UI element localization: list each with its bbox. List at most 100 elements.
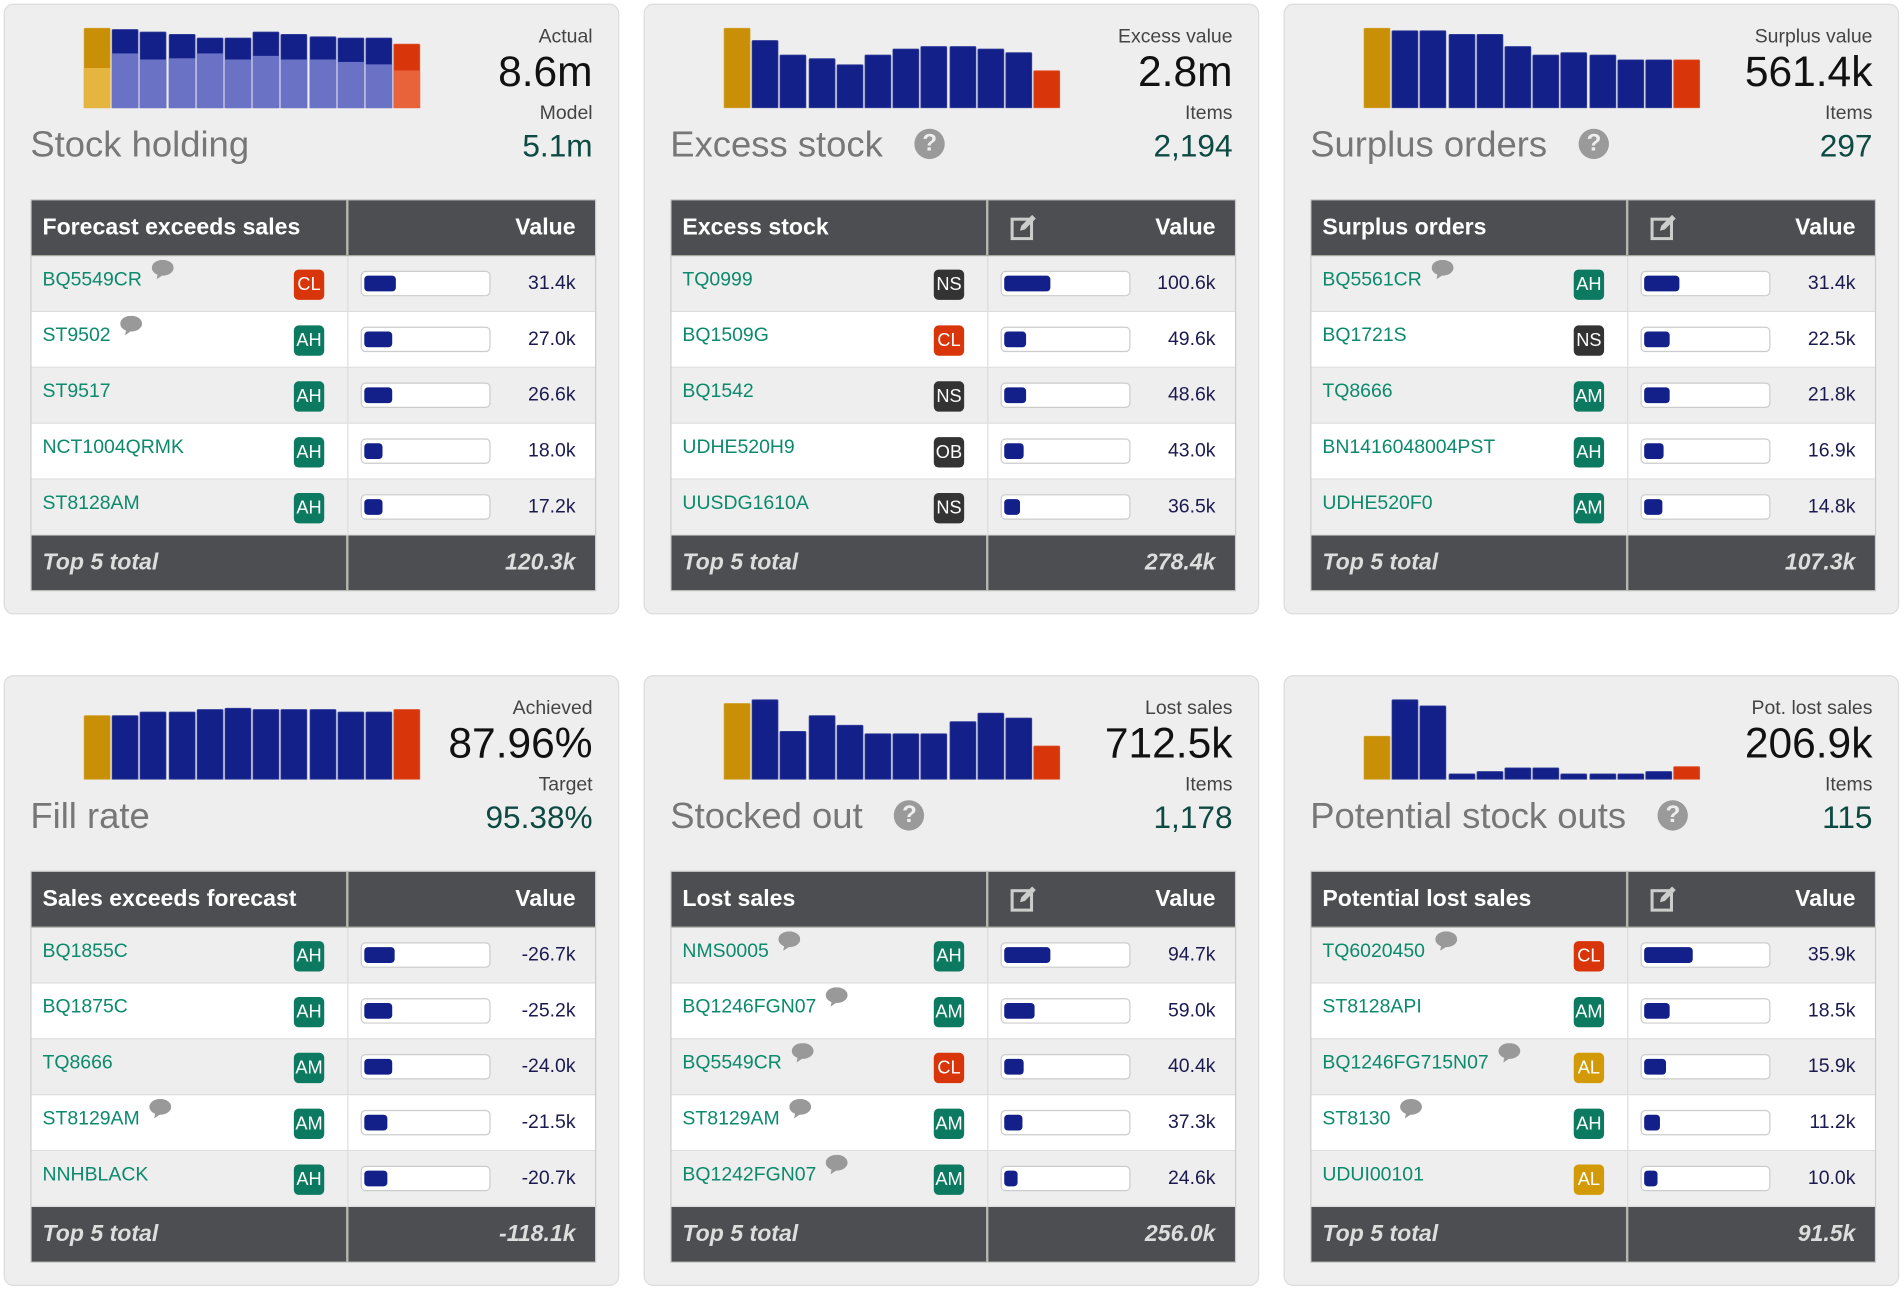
item-code[interactable]: UDUI00101 bbox=[1322, 1165, 1424, 1187]
item-link[interactable]: UDHE520H9 bbox=[682, 437, 794, 459]
item-code[interactable]: BQ1246FGN07 bbox=[682, 997, 816, 1019]
item-code[interactable]: BQ1509G bbox=[682, 325, 768, 347]
help-icon[interactable]: ? bbox=[914, 128, 945, 159]
edit-icon[interactable] bbox=[1650, 214, 1677, 241]
item-link[interactable]: BQ1509G bbox=[682, 325, 768, 347]
item-code[interactable]: UUSDG1610A bbox=[682, 493, 808, 515]
item-link[interactable]: UUSDG1610A bbox=[682, 493, 808, 515]
item-link[interactable]: UDUI00101 bbox=[1322, 1165, 1424, 1187]
item-link[interactable]: BQ1542 bbox=[682, 381, 753, 403]
item-code[interactable]: NMS0005 bbox=[682, 941, 768, 963]
comment-icon[interactable] bbox=[149, 1098, 172, 1119]
item-link[interactable]: ST8129AM bbox=[43, 1098, 172, 1131]
item-link[interactable]: NNHBLACK bbox=[43, 1165, 149, 1187]
item-code[interactable]: ST9517 bbox=[43, 381, 111, 403]
comment-icon[interactable] bbox=[1400, 1098, 1423, 1119]
item-code[interactable]: TQ8666 bbox=[1322, 381, 1392, 403]
item-link[interactable]: BQ1855C bbox=[43, 941, 128, 963]
comment-icon[interactable] bbox=[120, 315, 143, 336]
table-header: Forecast exceeds sales Value bbox=[31, 200, 596, 257]
item-code[interactable]: UDHE520F0 bbox=[1322, 493, 1432, 515]
item-link[interactable]: TQ6020450 bbox=[1322, 931, 1457, 963]
comment-icon[interactable] bbox=[826, 987, 848, 1007]
row-value: -20.7k bbox=[521, 1168, 576, 1189]
item-code[interactable]: BQ1242FGN07 bbox=[682, 1165, 816, 1187]
footer-value: 278.4k bbox=[1144, 549, 1216, 575]
sparkline-bar-lower bbox=[309, 60, 336, 109]
item-code[interactable]: UDHE520H9 bbox=[682, 437, 794, 459]
kpi-value-secondary: 115 bbox=[1822, 799, 1873, 836]
item-link[interactable]: NCT1004QRMK bbox=[43, 437, 184, 459]
comment-icon[interactable] bbox=[1498, 1043, 1521, 1063]
sparkline-bar bbox=[1005, 717, 1033, 780]
help-icon[interactable]: ? bbox=[1578, 128, 1610, 159]
item-code[interactable]: TQ6020450 bbox=[1322, 941, 1425, 963]
item-code[interactable]: NCT1004QRMK bbox=[43, 437, 184, 459]
item-code[interactable]: ST8129AM bbox=[682, 1109, 779, 1131]
item-link[interactable]: BQ5549CR bbox=[43, 259, 174, 292]
sparkline-bar bbox=[1645, 771, 1673, 780]
item-code[interactable]: BQ1246FG715N07 bbox=[1322, 1053, 1488, 1075]
item-link[interactable]: ST8128API bbox=[1322, 997, 1421, 1019]
item-code[interactable]: ST8130 bbox=[1322, 1109, 1390, 1131]
item-code[interactable]: BQ1542 bbox=[682, 381, 753, 403]
sparkline-bar bbox=[1645, 59, 1673, 109]
item-code[interactable]: BQ1855C bbox=[43, 941, 128, 963]
item-code[interactable]: BQ5561CR bbox=[1322, 270, 1421, 292]
sparkline-bar bbox=[1560, 773, 1588, 780]
comment-icon[interactable] bbox=[1434, 931, 1457, 951]
edit-icon[interactable] bbox=[1010, 214, 1037, 241]
item-link[interactable]: NMS0005 bbox=[682, 931, 801, 963]
item-link[interactable]: TQ8666 bbox=[43, 1053, 113, 1075]
item-link[interactable]: BN1416048004PST bbox=[1322, 437, 1495, 459]
item-link[interactable]: UDHE520F0 bbox=[1322, 493, 1432, 515]
item-link[interactable]: BQ1721S bbox=[1322, 325, 1406, 347]
edit-icon[interactable] bbox=[1650, 885, 1677, 912]
sparkline-bar-lower bbox=[252, 55, 280, 109]
item-code[interactable]: ST8129AM bbox=[43, 1109, 140, 1131]
item-code[interactable]: NNHBLACK bbox=[43, 1165, 149, 1187]
comment-icon[interactable] bbox=[151, 259, 174, 280]
item-link[interactable]: ST9502 bbox=[43, 315, 143, 347]
table-row: UDHE520F0 AM 14.8k bbox=[1311, 479, 1875, 536]
value-bar bbox=[360, 438, 491, 464]
panel-title: Surplus orders? bbox=[1310, 125, 1610, 166]
value-bar-fill bbox=[1644, 1114, 1660, 1131]
item-code[interactable]: BN1416048004PST bbox=[1322, 437, 1495, 459]
item-code[interactable]: ST8128AM bbox=[43, 493, 140, 515]
help-icon[interactable]: ? bbox=[1657, 799, 1689, 830]
comment-icon[interactable] bbox=[1431, 259, 1454, 280]
item-link[interactable]: BQ1242FGN07 bbox=[682, 1154, 848, 1187]
item-code[interactable]: BQ1875C bbox=[43, 997, 128, 1019]
item-link[interactable]: BQ5561CR bbox=[1322, 259, 1454, 292]
item-link[interactable]: TQ0999 bbox=[682, 270, 752, 292]
item-code[interactable]: TQ0999 bbox=[682, 270, 752, 292]
comment-icon[interactable] bbox=[791, 1043, 814, 1063]
sparkline-chart bbox=[1363, 699, 1702, 780]
item-link[interactable]: BQ5549CR bbox=[682, 1043, 814, 1075]
value-bar bbox=[1640, 942, 1771, 968]
edit-icon[interactable] bbox=[1010, 885, 1037, 912]
item-code[interactable]: BQ5549CR bbox=[682, 1053, 781, 1075]
item-link[interactable]: ST8128AM bbox=[43, 493, 140, 515]
comment-icon[interactable] bbox=[778, 931, 801, 951]
item-code[interactable]: BQ1721S bbox=[1322, 325, 1406, 347]
item-link[interactable]: ST8130 bbox=[1322, 1098, 1423, 1131]
item-link[interactable]: TQ8666 bbox=[1322, 381, 1392, 403]
item-link[interactable]: ST9517 bbox=[43, 381, 111, 403]
item-link[interactable]: ST8129AM bbox=[682, 1098, 812, 1131]
panel-potential-stock-outs: Pot. lost sales 206.9k Items 115 Potenti… bbox=[1283, 675, 1900, 1286]
item-code[interactable]: TQ8666 bbox=[43, 1053, 113, 1075]
item-code[interactable]: ST8128API bbox=[1322, 997, 1421, 1019]
item-code[interactable]: BQ5549CR bbox=[43, 270, 142, 292]
item-link[interactable]: BQ1875C bbox=[43, 997, 128, 1019]
comment-icon[interactable] bbox=[789, 1098, 812, 1119]
sparkline-bar bbox=[949, 46, 976, 109]
table-row: ST8130 AH 11.2k bbox=[1311, 1095, 1875, 1152]
item-code[interactable]: ST9502 bbox=[43, 325, 111, 347]
sparkline-bar bbox=[1363, 735, 1391, 780]
item-link[interactable]: BQ1246FG715N07 bbox=[1322, 1043, 1521, 1075]
comment-icon[interactable] bbox=[826, 1154, 848, 1175]
item-link[interactable]: BQ1246FGN07 bbox=[682, 987, 848, 1019]
help-icon[interactable]: ? bbox=[894, 799, 925, 830]
